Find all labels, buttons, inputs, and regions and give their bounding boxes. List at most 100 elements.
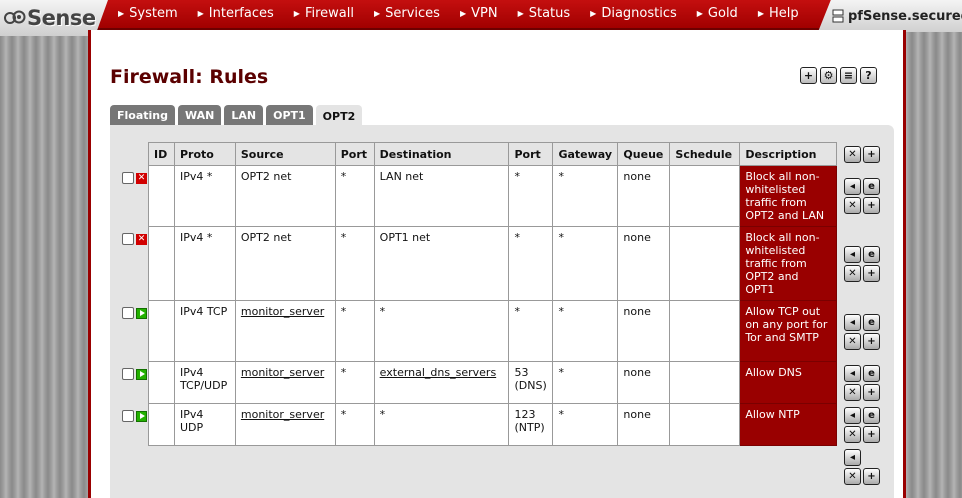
menu-diagnostics[interactable]: ▶ Diagnostics (590, 6, 677, 21)
pass-icon[interactable] (136, 368, 147, 380)
cell-dest-port: 123 (NTP) (508, 403, 554, 446)
cell-destination: * (373, 300, 510, 362)
menu-label: System (129, 6, 178, 21)
menu-status[interactable]: ▶ Status (518, 6, 571, 21)
add-icon[interactable]: + (863, 265, 880, 282)
menu-services[interactable]: ▶ Services (374, 6, 440, 21)
menu-gold[interactable]: ▶ Gold (697, 6, 738, 21)
add-icon[interactable]: + (863, 426, 880, 443)
rule-checkbox[interactable] (122, 233, 134, 245)
table-row[interactable]: IPv4 UDP monitor_server * * 123 (NTP) * … (148, 403, 837, 446)
add-icon[interactable]: + (863, 333, 880, 350)
col-gateway: Gateway (552, 142, 619, 166)
move-to-end-icon[interactable]: ◂ (844, 449, 861, 466)
pass-icon[interactable] (136, 410, 147, 422)
cell-source[interactable]: monitor_server (234, 300, 336, 362)
move-icon[interactable]: ◂ (844, 178, 861, 195)
source-link[interactable]: monitor_server (241, 408, 324, 421)
add-rule-icon[interactable]: + (800, 67, 817, 84)
hostname-box: pfSense.secured (818, 0, 962, 32)
help-icon[interactable]: ? (860, 67, 877, 84)
col-proto: Proto (173, 142, 236, 166)
row-controls (122, 368, 147, 380)
block-icon[interactable]: ✕ (136, 172, 147, 184)
edit-icon[interactable]: e (863, 365, 880, 382)
add-icon[interactable]: + (863, 146, 880, 163)
cell-schedule (669, 226, 741, 301)
add-icon[interactable]: + (863, 468, 880, 485)
cell-destination[interactable]: external_dns_servers (373, 361, 510, 404)
menu-label: Help (768, 6, 799, 21)
edit-icon[interactable]: e (863, 407, 880, 424)
cell-schedule (669, 165, 741, 227)
edit-icon[interactable]: e (863, 178, 880, 195)
delete-icon[interactable]: ✕ (844, 265, 861, 282)
edit-icon[interactable]: e (863, 314, 880, 331)
tab-opt2[interactable]: OPT2 (315, 105, 363, 127)
tab-floating[interactable]: Floating (110, 105, 175, 126)
menu-vpn[interactable]: ▶ VPN (460, 6, 498, 21)
col-destination: Destination (373, 142, 510, 166)
tab-lan[interactable]: LAN (224, 105, 264, 126)
table-row[interactable]: IPv4 TCP/UDP monitor_server * external_d… (148, 361, 837, 404)
cell-source: OPT2 net (234, 165, 336, 227)
source-link[interactable]: monitor_server (241, 366, 324, 379)
move-icon[interactable]: ◂ (844, 407, 861, 424)
rule-checkbox[interactable] (122, 172, 134, 184)
cell-source-port: * (334, 361, 375, 404)
cell-source[interactable]: monitor_server (234, 403, 336, 446)
table-row[interactable]: IPv4 * OPT2 net * LAN net * * none Block… (148, 165, 837, 227)
block-icon[interactable]: ✕ (136, 233, 147, 245)
log-icon[interactable]: ≡ (840, 67, 857, 84)
tab-opt1[interactable]: OPT1 (266, 105, 313, 126)
delete-icon[interactable]: ✕ (844, 197, 861, 214)
cell-proto: IPv4 TCP (173, 300, 236, 362)
cell-source[interactable]: monitor_server (234, 361, 336, 404)
col-source: Source (234, 142, 336, 166)
move-icon[interactable]: ◂ (844, 314, 861, 331)
cell-dest-port: * (508, 300, 554, 362)
cell-queue: none (617, 300, 671, 362)
rule-checkbox[interactable] (122, 368, 134, 380)
add-icon[interactable]: + (863, 384, 880, 401)
cell-source-port: * (334, 300, 375, 362)
destination-link[interactable]: external_dns_servers (380, 366, 497, 379)
move-icon[interactable]: ◂ (844, 365, 861, 382)
cell-id (148, 300, 175, 362)
delete-selected-icon[interactable]: ✕ (844, 146, 861, 163)
table-row[interactable]: IPv4 * OPT2 net * OPT1 net * * none Bloc… (148, 226, 837, 301)
triangle-icon: ▶ (373, 9, 381, 18)
row-actions: ◂ e ✕ + (844, 246, 880, 282)
cell-dest-port: 53 (DNS) (508, 361, 554, 404)
delete-icon[interactable]: ✕ (844, 426, 861, 443)
delete-icon[interactable]: ✕ (844, 384, 861, 401)
cell-description: Allow TCP out on any port for Tor and SM… (739, 300, 837, 362)
menu-label: Interfaces (208, 6, 274, 21)
pass-icon[interactable] (136, 307, 147, 319)
hostname: pfSense.secured (848, 8, 962, 24)
tab-wan[interactable]: WAN (178, 105, 222, 126)
menu-firewall[interactable]: ▶ Firewall (294, 6, 354, 21)
menu-system[interactable]: ▶ System (118, 6, 178, 21)
rule-checkbox[interactable] (122, 307, 134, 319)
row-controls: ✕ (122, 233, 147, 245)
rule-checkbox[interactable] (122, 410, 134, 422)
interface-tabs: Floating WAN LAN OPT1 OPT2 (110, 105, 363, 127)
menu-interfaces[interactable]: ▶ Interfaces (198, 6, 274, 21)
table-row[interactable]: IPv4 TCP monitor_server * * * * none All… (148, 300, 837, 362)
cell-id (148, 165, 175, 227)
source-link[interactable]: monitor_server (241, 305, 324, 318)
main-menu: ▶ System ▶ Interfaces ▶ Firewall ▶ Services … (118, 6, 819, 21)
settings-icon[interactable]: ⚙ (820, 67, 837, 84)
triangle-icon: ▶ (459, 9, 467, 18)
menu-label: Diagnostics (601, 6, 677, 21)
add-icon[interactable]: + (863, 197, 880, 214)
move-icon[interactable]: ◂ (844, 246, 861, 263)
cell-description: Allow DNS (739, 361, 837, 404)
menu-help[interactable]: ▶ Help (758, 6, 799, 21)
delete-icon[interactable]: ✕ (844, 468, 861, 485)
footer-actions: ◂ ✕ + (844, 449, 880, 485)
edit-icon[interactable]: e (863, 246, 880, 263)
cell-proto: IPv4 * (173, 165, 236, 227)
delete-icon[interactable]: ✕ (844, 333, 861, 350)
